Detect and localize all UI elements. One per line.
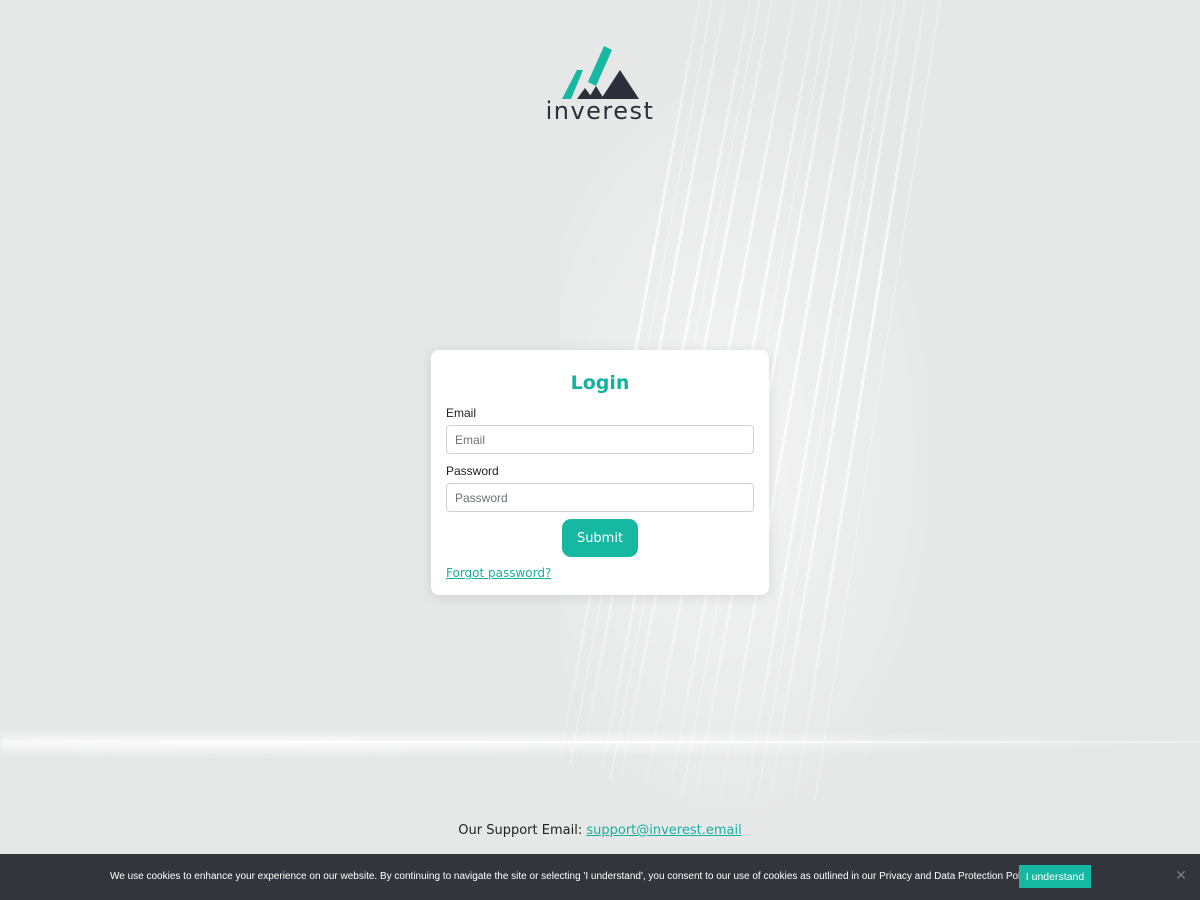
horizon-glow — [0, 728, 1200, 758]
password-input[interactable] — [446, 483, 754, 512]
support-email-link[interactable]: support@inverest.email — [586, 823, 741, 838]
submit-button[interactable]: Submit — [562, 519, 638, 557]
close-icon[interactable]: ✕ — [1174, 869, 1188, 883]
horizon-line — [0, 741, 1200, 743]
brand-logo: inverest — [540, 44, 660, 126]
forgot-password-link[interactable]: Forgot password? — [446, 566, 551, 580]
cookie-notice-text: We use cookies to enhance your experienc… — [110, 871, 1035, 882]
cookie-accept-button[interactable]: I understand — [1019, 865, 1091, 888]
password-label: Password — [446, 464, 499, 478]
support-label: Our Support Email: — [458, 823, 587, 838]
brand-name: inverest — [545, 97, 655, 125]
login-title: Login — [570, 372, 630, 394]
cookie-banner: We use cookies to enhance your experienc… — [0, 854, 1200, 900]
login-card: Login Email Password Submit Forgot passw… — [431, 350, 769, 595]
email-input[interactable] — [446, 425, 754, 454]
mountain-logo-icon — [562, 46, 639, 99]
support-line: Our Support Email: support@inverest.emai… — [0, 823, 1200, 838]
email-label: Email — [446, 406, 477, 420]
